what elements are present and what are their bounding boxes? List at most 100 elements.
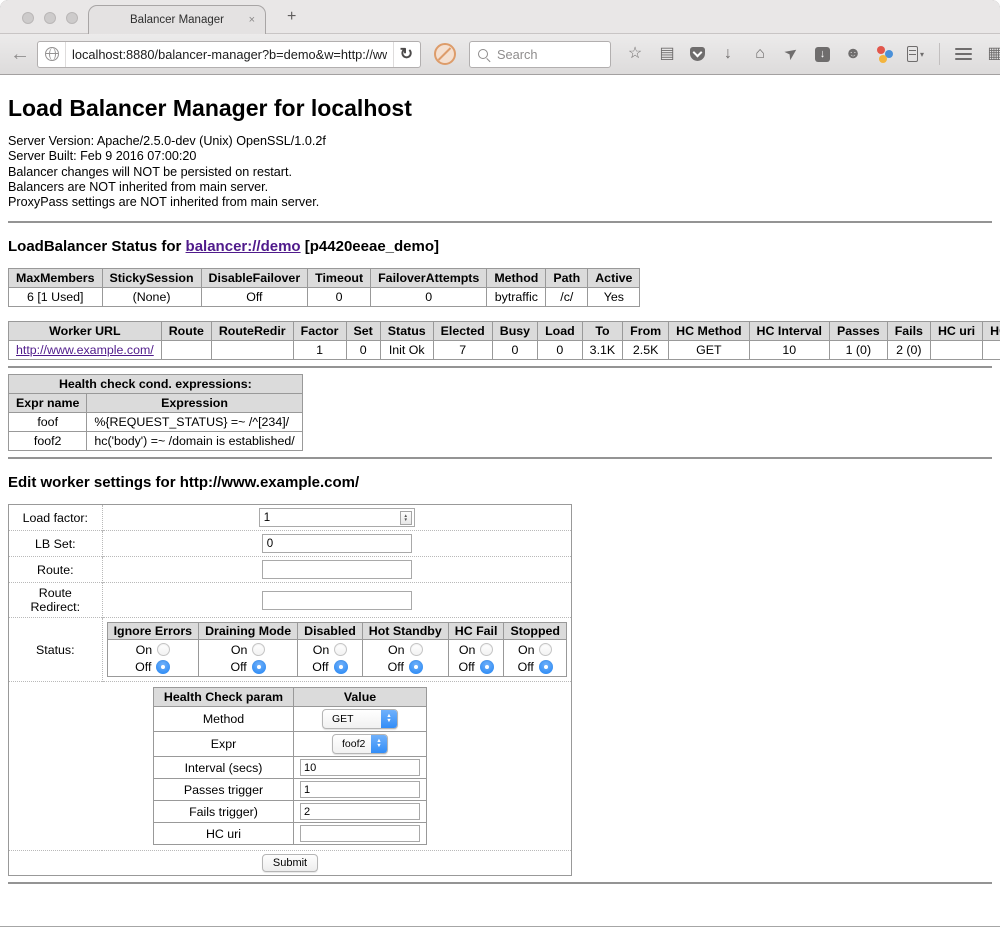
close-window-button[interactable] <box>22 12 34 24</box>
save-extension-icon[interactable]: ↓ <box>815 47 830 62</box>
form-row-status: Status: Ignore ErrorsDraining ModeDisabl… <box>9 618 572 682</box>
toolbar-icons: ☆ ▤ ↓ ⌂ ➤ ↓ ☻ ▾ ▦ <box>626 43 1000 65</box>
radio-off-ignore-errors[interactable] <box>156 660 170 674</box>
bookmark-star-icon[interactable]: ☆ <box>626 45 644 63</box>
reload-icon[interactable]: ↻ <box>400 44 413 64</box>
param-row: Exprfoof2▲▼ <box>154 732 427 757</box>
worker-status-table: Worker URLRouteRouteRedirFactorSetStatus… <box>8 321 1000 360</box>
table-row: foof%{REQUEST_STATUS} =~ /^[234]/ <box>9 413 303 432</box>
divider <box>939 43 940 65</box>
worker-url-link[interactable]: http://www.example.com/ <box>16 343 154 357</box>
menu-icon[interactable] <box>955 48 972 60</box>
radio-on-stopped[interactable] <box>539 643 552 656</box>
radio-off-draining-mode[interactable] <box>252 660 266 674</box>
minimize-window-button[interactable] <box>44 12 56 24</box>
site-identity-globe-icon[interactable] <box>45 47 59 61</box>
form-row-lb-set: LB Set: <box>9 531 572 557</box>
tab-balancer-manager[interactable]: Balancer Manager × <box>88 5 266 34</box>
radio-line: Off <box>369 658 442 675</box>
radio-on-hc-fail[interactable] <box>480 643 493 656</box>
expr-select[interactable]: foof2▲▼ <box>332 734 388 754</box>
window-controls <box>22 12 78 24</box>
search-input[interactable] <box>495 46 602 63</box>
url-input[interactable] <box>72 47 387 62</box>
divider <box>65 42 66 67</box>
home-icon[interactable]: ⌂ <box>751 45 769 63</box>
divider <box>393 42 394 67</box>
close-tab-icon[interactable]: × <box>249 13 255 27</box>
downloads-icon[interactable]: ↓ <box>719 45 737 63</box>
radio-label: Off <box>388 660 404 674</box>
column-header: Elected <box>433 322 492 341</box>
colored-dots-extension-icon[interactable] <box>876 46 893 63</box>
new-tab-button[interactable]: + <box>287 8 296 26</box>
radio-off-hc-fail[interactable] <box>480 660 494 674</box>
radio-on-ignore-errors[interactable] <box>157 643 170 656</box>
table-cell: 6 [1 Used] <box>9 288 103 307</box>
radio-off-stopped[interactable] <box>539 660 553 674</box>
param-label: Passes trigger <box>154 779 294 801</box>
chevron-down-icon[interactable]: ▾ <box>920 50 924 59</box>
page-saver-icon[interactable]: ▾ <box>907 46 924 62</box>
table-cell: foof2 <box>983 341 1000 360</box>
radio-cell: OnOff <box>107 640 199 677</box>
submit-button[interactable]: Submit <box>262 854 318 872</box>
lb-set-input[interactable] <box>262 534 412 553</box>
column-header: HC Expr <box>983 322 1000 341</box>
column-header: MaxMembers <box>9 269 103 288</box>
radio-on-disabled[interactable] <box>334 643 347 656</box>
column-header: Expression <box>87 394 302 413</box>
radio-line: On <box>455 641 498 658</box>
table-cell: 10 <box>749 341 829 360</box>
search-bar[interactable] <box>469 41 611 68</box>
url-bar[interactable]: ↻ <box>37 41 421 68</box>
back-icon[interactable]: ← <box>10 44 30 64</box>
zoom-window-button[interactable] <box>66 12 78 24</box>
column-header: Draining Mode <box>199 623 298 640</box>
status-label: Status: <box>9 618 103 682</box>
content-blocker-icon[interactable] <box>434 43 456 65</box>
route-redirect-input[interactable] <box>262 591 412 610</box>
balancer-demo-link[interactable]: balancer://demo <box>186 238 301 255</box>
column-header: Worker URL <box>9 322 162 341</box>
chat-smiley-icon[interactable]: ☻ <box>844 45 862 63</box>
table-cell: 0 <box>538 341 583 360</box>
form-row-route-redirect: Route Redirect: <box>9 583 572 618</box>
param-row: Method GET▲▼ <box>154 707 427 732</box>
load-factor-input[interactable] <box>259 508 415 527</box>
radio-on-draining-mode[interactable] <box>252 643 265 656</box>
radio-off-disabled[interactable] <box>334 660 348 674</box>
column-header: Set <box>346 322 380 341</box>
interval-secs--input[interactable] <box>300 759 420 776</box>
fails-trigger--input[interactable] <box>300 803 420 820</box>
number-spinner-icon[interactable]: ▲▼ <box>400 511 412 525</box>
radio-row: OnOffOnOffOnOffOnOffOnOffOnOff <box>107 640 566 677</box>
method-select[interactable]: GET▲▼ <box>322 709 398 729</box>
passes-trigger-input[interactable] <box>300 781 420 798</box>
send-tab-icon[interactable]: ➤ <box>779 41 804 66</box>
column-header: HC Interval <box>749 322 829 341</box>
pocket-icon[interactable] <box>690 47 705 61</box>
reading-list-icon[interactable]: ▤ <box>658 45 676 63</box>
hc-uri-input[interactable] <box>300 825 420 842</box>
radio-line: On <box>369 641 442 658</box>
table-cell: 3.1K <box>582 341 623 360</box>
heading-prefix: LoadBalancer Status for <box>8 238 186 255</box>
radio-off-hot-standby[interactable] <box>409 660 423 674</box>
column-header: Busy <box>492 322 537 341</box>
table-cell: Init Ok <box>380 341 433 360</box>
yellow-dot <box>879 55 887 63</box>
route-input[interactable] <box>262 560 412 579</box>
sidebar-grid-icon[interactable]: ▦ <box>986 45 1000 63</box>
form-row-health-params: Health Check paramValueMethodGET▲▼Exprfo… <box>9 682 572 851</box>
radio-on-hot-standby[interactable] <box>410 643 423 656</box>
table-row: 6 [1 Used](None)Off00bytraffic/c/Yes <box>9 288 640 307</box>
table-cell: 1 <box>293 341 346 360</box>
column-header: Ignore Errors <box>107 623 199 640</box>
param-label: Method <box>154 707 294 732</box>
table-cell: 2 (0) <box>887 341 930 360</box>
column-header: Stopped <box>504 623 567 640</box>
lb-set-label: LB Set: <box>9 531 103 557</box>
navigation-toolbar: ← ↻ ☆ ▤ ↓ ⌂ ➤ ↓ ☻ <box>0 33 1000 75</box>
column-header: StickySession <box>102 269 201 288</box>
